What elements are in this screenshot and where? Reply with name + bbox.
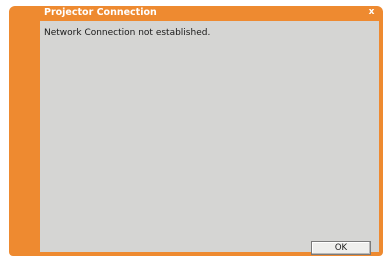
- ok-button[interactable]: OK: [311, 241, 371, 255]
- projector-connection-dialog: Projector Connection x Network Connectio…: [9, 6, 383, 256]
- status-message: Network Connection not established.: [44, 28, 211, 38]
- title-bar[interactable]: Projector Connection x: [9, 6, 383, 21]
- close-icon[interactable]: x: [366, 7, 377, 18]
- window-title: Projector Connection: [44, 7, 157, 18]
- dialog-client-area: Network Connection not established. OK: [40, 21, 379, 255]
